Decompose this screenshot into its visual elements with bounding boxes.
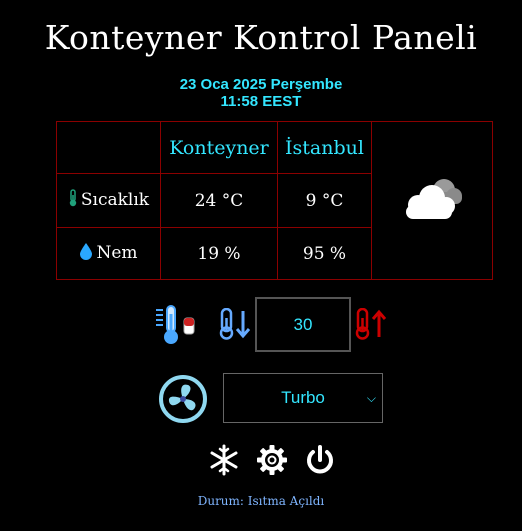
time-text: 11:58 EEST (220, 93, 302, 110)
snowflake-icon[interactable] (208, 444, 240, 480)
cell-istanbul-humidity: 95 % (277, 227, 372, 280)
water-drop-icon (79, 242, 93, 265)
weather-cell (371, 121, 493, 280)
column-header-istanbul: İstanbul (277, 121, 372, 174)
cloudy-icon (406, 179, 462, 219)
column-header-konteyner: Konteyner (160, 121, 278, 174)
page-title: Konteyner Kontrol Paneli (44, 18, 478, 57)
row-label-temperature: Sıcaklık (56, 173, 161, 228)
mode-select-value: Turbo (281, 388, 325, 407)
thermometer-icon (68, 189, 78, 212)
table-corner (56, 121, 161, 174)
status-text: Durum: Isıtma Açıldı (197, 494, 325, 508)
fan-icon[interactable] (158, 374, 208, 428)
cell-konteyner-humidity: 19 % (160, 227, 278, 280)
mode-select[interactable]: Turbo ⌵ (223, 373, 383, 423)
setpoint-input[interactable]: 30 (255, 297, 351, 352)
gear-icon[interactable] (256, 444, 288, 480)
chevron-down-icon: ⌵ (366, 391, 376, 405)
temperature-up-button[interactable] (355, 307, 389, 344)
thermostat-icon (156, 304, 198, 350)
weather-table: Konteyner İstanbul Sıcaklık 24 °C 9 °C N… (56, 121, 493, 280)
power-icon[interactable] (304, 444, 336, 480)
cell-istanbul-temp: 9 °C (277, 173, 372, 228)
temperature-controls: 30 (0, 296, 522, 352)
row-label-humidity: Nem (56, 227, 161, 280)
date-time: 23 Oca 2025 Perşembe 11:58 EEST (0, 76, 522, 110)
row-label-text: Sıcaklık (80, 190, 150, 210)
temperature-down-button[interactable] (219, 307, 253, 344)
date-text: 23 Oca 2025 Perşembe (179, 76, 343, 93)
cell-konteyner-temp: 24 °C (160, 173, 278, 228)
row-label-text: Nem (96, 243, 138, 263)
